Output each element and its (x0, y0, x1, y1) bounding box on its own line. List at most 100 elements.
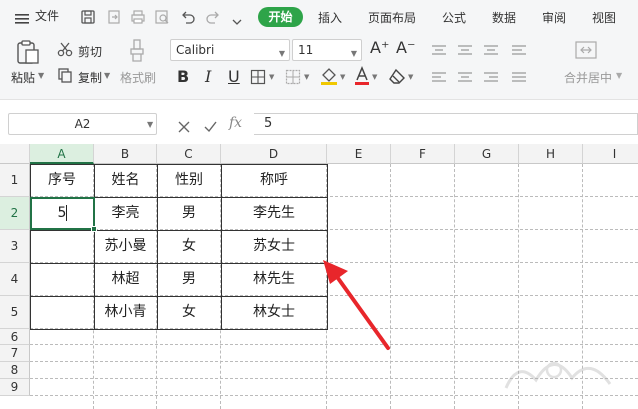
tab-page-layout[interactable]: 页面布局 (368, 9, 416, 26)
chevron-down-icon[interactable]: ▼ (269, 73, 274, 81)
table-header-cell[interactable]: 序号 (30, 164, 94, 197)
table-cell[interactable]: 林超 (94, 263, 157, 296)
paste-dropdown-icon[interactable]: ▼ (38, 71, 44, 80)
row-header-4[interactable]: 4 (0, 263, 30, 296)
align-middle-icon[interactable] (458, 42, 472, 55)
table-cell[interactable]: 林先生 (221, 263, 327, 296)
font-color-icon[interactable] (354, 66, 370, 86)
cancel-icon[interactable] (178, 118, 190, 133)
chevron-down-icon[interactable]: ▼ (304, 73, 309, 81)
align-left-icon[interactable] (432, 69, 446, 82)
column-header-b[interactable]: B (94, 144, 157, 164)
align-right-icon[interactable] (484, 69, 498, 82)
font-name-select[interactable]: Calibri ▼ (170, 39, 290, 61)
paste-button[interactable]: 粘贴 (11, 69, 35, 86)
select-all-corner[interactable] (0, 144, 30, 164)
tab-view[interactable]: 视图 (592, 9, 616, 26)
format-painter-button[interactable]: 格式刷 (120, 69, 156, 86)
merge-center-button[interactable]: 合并居中 (564, 69, 612, 86)
row-header-6[interactable]: 6 (0, 329, 30, 345)
save-icon[interactable] (80, 9, 96, 25)
column-header-g[interactable]: G (455, 144, 519, 164)
cut-button[interactable]: 剪切 (78, 43, 102, 60)
column-header-h[interactable]: H (519, 144, 583, 164)
chevron-down-icon[interactable] (232, 12, 242, 25)
border-icon[interactable] (250, 69, 266, 85)
bold-button[interactable]: B (177, 67, 189, 86)
chevron-down-icon[interactable]: ▼ (340, 73, 345, 81)
table-cell[interactable]: 林小青 (94, 296, 157, 329)
row-header-2[interactable]: 2 (0, 197, 30, 230)
table-cell[interactable]: 女 (157, 230, 221, 263)
table-cell[interactable]: 苏女士 (221, 230, 327, 263)
chevron-down-icon[interactable]: ▼ (616, 71, 622, 80)
tab-formulas[interactable]: 公式 (442, 9, 466, 26)
row-header-5[interactable]: 5 (0, 296, 30, 329)
table-header-cell[interactable]: 性别 (157, 164, 221, 197)
row-header-3[interactable]: 3 (0, 230, 30, 263)
fill-color-icon[interactable] (320, 67, 338, 85)
column-header-c[interactable]: C (157, 144, 221, 164)
fill-handle[interactable] (91, 226, 97, 232)
copy-dropdown-icon[interactable]: ▼ (104, 71, 110, 80)
row-header-1[interactable]: 1 (0, 164, 30, 197)
column-header-a[interactable]: A (30, 144, 94, 164)
table-cell[interactable]: 李先生 (221, 197, 327, 230)
confirm-icon[interactable] (204, 118, 217, 133)
name-box[interactable]: A2 (8, 113, 157, 135)
align-bottom-icon[interactable] (484, 42, 498, 55)
cell-style-icon[interactable] (285, 69, 301, 85)
column-header-d[interactable]: D (221, 144, 327, 164)
column-header-e[interactable]: E (327, 144, 391, 164)
italic-button[interactable]: I (205, 67, 211, 86)
table-cell[interactable]: 苏小曼 (94, 230, 157, 263)
clear-format-icon[interactable] (388, 68, 406, 86)
table-cell[interactable]: 女 (157, 296, 221, 329)
copy-icon[interactable] (57, 67, 73, 83)
justify-icon[interactable] (512, 69, 526, 82)
table-cell[interactable] (30, 263, 94, 296)
chevron-down-icon: ▼ (350, 49, 357, 58)
table-header-cell[interactable]: 称呼 (221, 164, 327, 197)
paste-icon[interactable] (15, 39, 41, 65)
chevron-down-icon[interactable]: ▼ (372, 73, 377, 81)
tab-review[interactable]: 审阅 (542, 9, 566, 26)
grow-font-button[interactable]: A⁺ (370, 38, 389, 57)
export-icon[interactable] (106, 9, 122, 25)
table-cell[interactable]: 男 (157, 263, 221, 296)
row-header-7[interactable]: 7 (0, 345, 30, 362)
table-cell[interactable] (30, 296, 94, 329)
tab-insert[interactable]: 插入 (318, 9, 342, 26)
row-header-9[interactable]: 9 (0, 379, 30, 396)
copy-button[interactable]: 复制 (78, 69, 102, 86)
wrap-text-icon[interactable] (512, 42, 526, 55)
undo-icon[interactable] (180, 9, 196, 25)
chevron-down-icon[interactable]: ▼ (147, 120, 153, 129)
redo-icon[interactable] (205, 9, 221, 25)
hamburger-icon[interactable] (15, 10, 29, 24)
merge-center-icon[interactable] (575, 39, 597, 61)
font-size-select[interactable]: 11 ▼ (292, 39, 362, 61)
shrink-font-button[interactable]: A⁻ (396, 38, 415, 57)
align-center-icon[interactable] (458, 69, 472, 82)
scissors-icon[interactable] (57, 41, 73, 57)
align-top-icon[interactable] (432, 42, 446, 55)
file-menu[interactable]: 文件 (35, 9, 59, 23)
column-header-i[interactable]: I (583, 144, 638, 164)
row-header-8[interactable]: 8 (0, 362, 30, 379)
print-icon[interactable] (130, 9, 146, 25)
tab-data[interactable]: 数据 (492, 9, 516, 26)
table-cell[interactable]: 男 (157, 197, 221, 230)
chevron-down-icon[interactable]: ▼ (408, 73, 413, 81)
table-cell[interactable] (30, 230, 94, 263)
column-header-f[interactable]: F (391, 144, 455, 164)
underline-button[interactable]: U (228, 67, 240, 86)
formula-input[interactable]: 5 (254, 113, 638, 135)
format-painter-icon[interactable] (128, 39, 146, 63)
table-header-cell[interactable]: 姓名 (94, 164, 157, 197)
insert-function-button[interactable]: fx (229, 115, 242, 131)
print-preview-icon[interactable] (154, 9, 170, 25)
tab-home[interactable]: 开始 (258, 7, 303, 27)
table-cell[interactable]: 林女士 (221, 296, 327, 329)
table-cell[interactable]: 李亮 (94, 197, 157, 230)
